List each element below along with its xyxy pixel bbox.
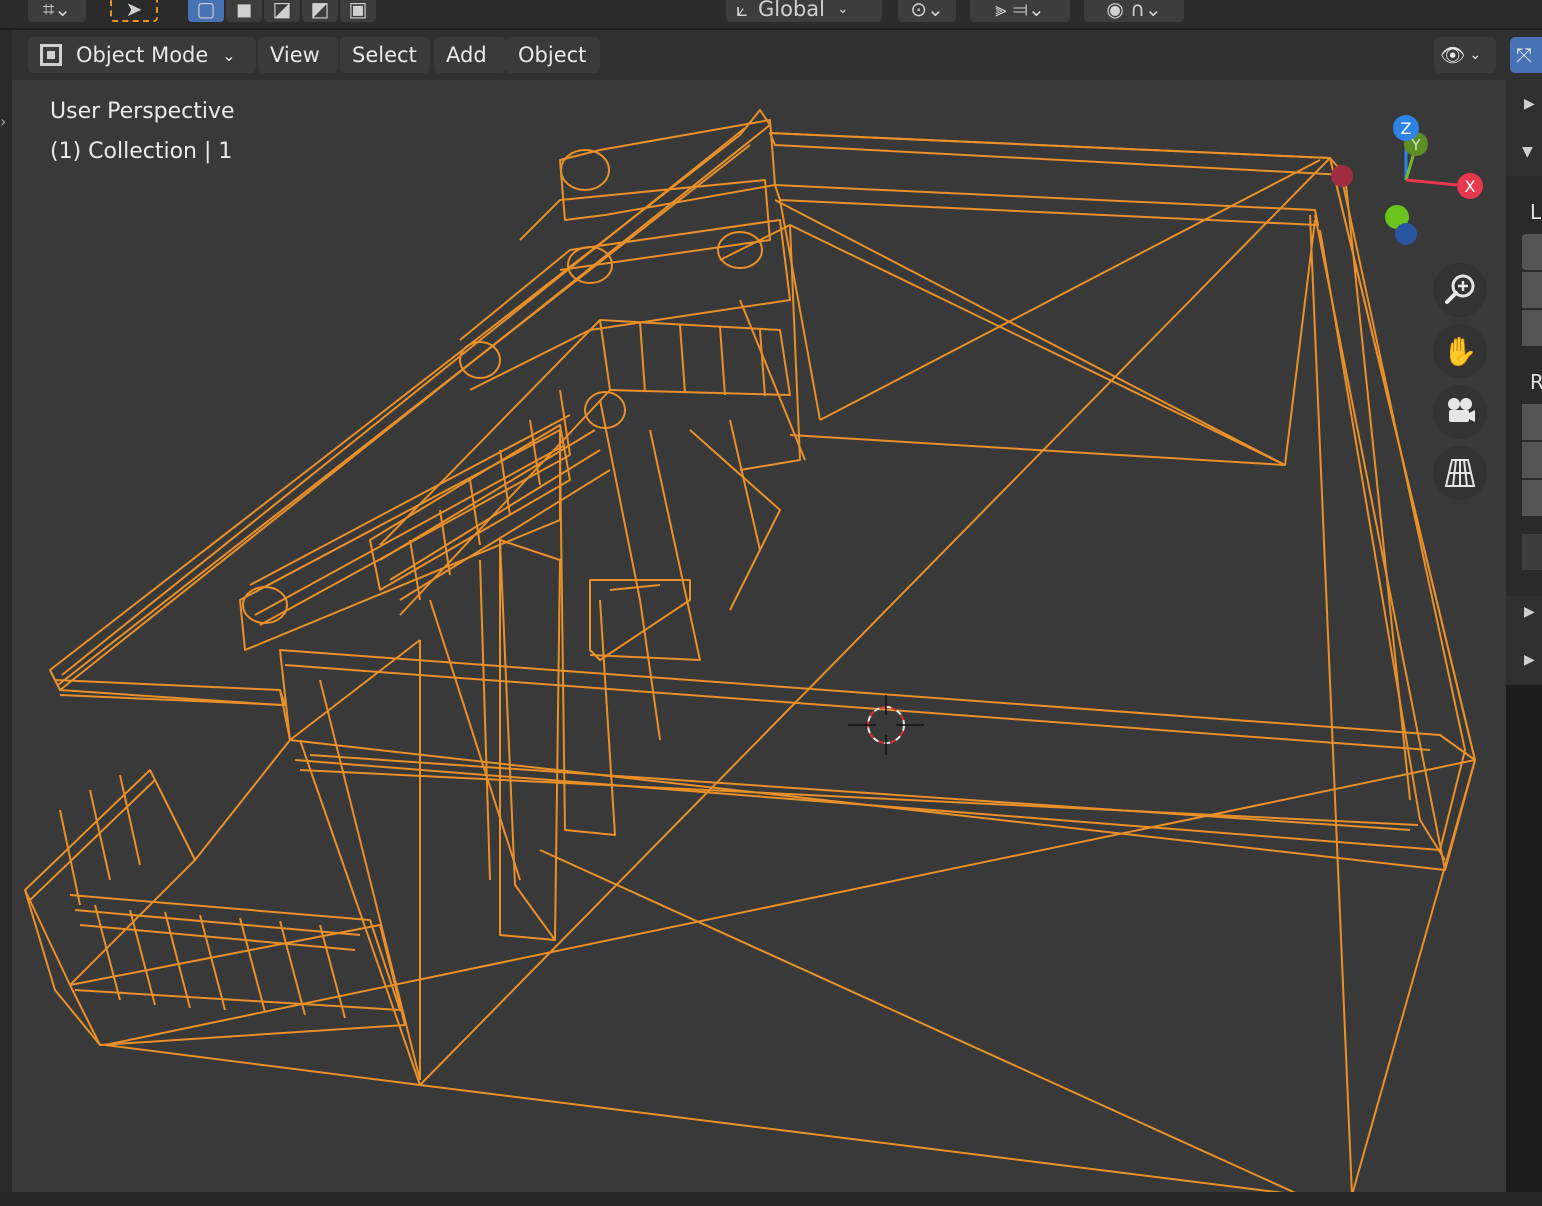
floor-outline — [104, 132, 1476, 1192]
zoom-button[interactable] — [1433, 263, 1487, 317]
menu-object[interactable]: Object — [506, 37, 600, 73]
zoom-icon — [1445, 274, 1475, 304]
left-edge: › — [0, 30, 12, 1206]
floor-diagonal-1 — [104, 759, 1476, 1046]
transform-orientation-label: Global — [757, 0, 825, 21]
select-intersect-icon: ▣ — [348, 0, 368, 21]
pan-button[interactable]: ✋ — [1433, 324, 1487, 378]
sidebar-section: L R — [1506, 176, 1542, 596]
panel-expand-icon[interactable]: ▶ — [1524, 604, 1535, 620]
stair-block-1 — [239, 429, 561, 651]
select-mode-extend-button[interactable]: ◼ — [226, 0, 262, 22]
mode-dropdown[interactable]: Object Mode ⌄ — [28, 37, 256, 73]
sidebar-field[interactable] — [1522, 404, 1542, 440]
select-extend-icon: ◼ — [235, 0, 253, 21]
expand-toolbar-icon[interactable]: › — [0, 110, 12, 134]
gizmo-toggle-button[interactable]: ⤧ — [1510, 37, 1542, 73]
select-mode-intersect-button[interactable]: ▣ — [340, 0, 376, 22]
sidebar-letter-l: L — [1530, 200, 1542, 224]
gizmo-x-label: X — [1465, 177, 1476, 196]
front-rail — [279, 649, 1476, 871]
3d-cursor-icon — [848, 695, 924, 755]
wireframe-model — [24, 109, 1476, 1192]
snap-icon: ⫸ ⫤⌄ — [995, 0, 1045, 21]
camera-icon — [1448, 398, 1475, 422]
sidebar-field[interactable] — [1522, 272, 1542, 308]
select-subtract-icon: ◪ — [272, 0, 292, 21]
select-invert-icon: ◩ — [310, 0, 330, 21]
sidebar-field[interactable] — [1522, 534, 1542, 570]
editor-type-icon: ⌗⌄ — [42, 0, 72, 21]
visibility-dropdown[interactable]: 👁 ⌄ — [1434, 37, 1496, 73]
collection-label: (1) Collection | 1 — [50, 139, 233, 164]
hand-pan-icon: ✋ — [1442, 334, 1478, 368]
gizmo-icon: ⤧ — [1516, 43, 1532, 67]
sidebar-field[interactable] — [1522, 310, 1542, 346]
gizmo-z-label: Z — [1401, 119, 1412, 138]
chevron-down-icon: ⌄ — [836, 1, 849, 17]
select-tool-button[interactable]: ➤ — [110, 0, 158, 22]
pivot-icon: ⊙⌄ — [910, 0, 944, 21]
upper-block — [559, 119, 776, 221]
chevron-down-icon: ⌄ — [1469, 47, 1482, 63]
mode-label: Object Mode — [76, 43, 209, 67]
select-mode-invert-button[interactable]: ◩ — [302, 0, 338, 22]
editor-type-button[interactable]: ⌗⌄ — [28, 0, 86, 22]
gizmo-y-label: Y — [1410, 136, 1421, 154]
gizmo-neg-x-ball[interactable] — [1330, 164, 1354, 188]
select-new-icon: ▢ — [196, 0, 216, 21]
stair-railing — [379, 319, 791, 616]
transform-orientation-dropdown[interactable]: ⟀ Global ⌄ — [726, 0, 882, 22]
sidebar-panel: ▶ ▼ L R ▶ ▶ — [1506, 80, 1542, 685]
3d-viewport[interactable]: User Perspective (1) Collection | 1 Z Y … — [12, 80, 1506, 1192]
camera-view-button[interactable] — [1433, 385, 1487, 439]
top-toolbar: ⌗⌄ ➤ ▢ ◼ ◪ ◩ ▣ ⟀ Global ⌄ ⊙⌄ ⫸ ⫤⌄ ◉ ∩⌄ — [0, 0, 1542, 28]
grid-perspective-icon — [1444, 459, 1476, 487]
object-mode-icon — [40, 44, 62, 66]
sidebar-field[interactable] — [1522, 480, 1542, 516]
select-mode-subtract-button[interactable]: ◪ — [264, 0, 300, 22]
panel-expand-icon[interactable]: ▶ — [1524, 96, 1535, 112]
sidebar-letter-r: R — [1530, 370, 1542, 394]
perspective-label: User Perspective — [50, 99, 235, 124]
gizmo-neg-z-dot — [1395, 223, 1417, 245]
menu-view[interactable]: View — [258, 37, 338, 73]
lower-railing-block — [24, 739, 406, 1046]
panel-expand-icon[interactable]: ▶ — [1524, 652, 1535, 668]
menu-select[interactable]: Select — [340, 37, 430, 73]
proportional-edit-dropdown[interactable]: ◉ ∩⌄ — [1084, 0, 1184, 22]
proportional-edit-icon: ◉ ∩⌄ — [1106, 0, 1162, 21]
perspective-toggle-button[interactable] — [1433, 446, 1487, 500]
bottom-edge — [0, 1192, 1542, 1206]
back-wall-rail — [769, 132, 1346, 176]
menu-add[interactable]: Add — [434, 37, 506, 73]
chevron-down-icon: ⌄ — [222, 45, 236, 65]
select-cursor-icon: ➤ — [125, 0, 143, 21]
select-mode-new-button[interactable]: ▢ — [188, 0, 224, 22]
sidebar-field[interactable] — [1522, 234, 1542, 270]
sidebar-field[interactable] — [1522, 442, 1542, 478]
navigation-gizmo[interactable]: Z Y X — [1380, 106, 1506, 256]
orientation-icon: ⟀ — [736, 0, 748, 21]
snap-dropdown[interactable]: ⫸ ⫤⌄ — [970, 0, 1070, 22]
visibility-eye-icon: 👁 — [1440, 43, 1466, 67]
pivot-point-dropdown[interactable]: ⊙⌄ — [898, 0, 956, 22]
viewport-header: Object Mode ⌄ View Select Add Object 👁 ⌄… — [12, 30, 1542, 80]
panel-collapse-icon[interactable]: ▼ — [1522, 144, 1533, 160]
